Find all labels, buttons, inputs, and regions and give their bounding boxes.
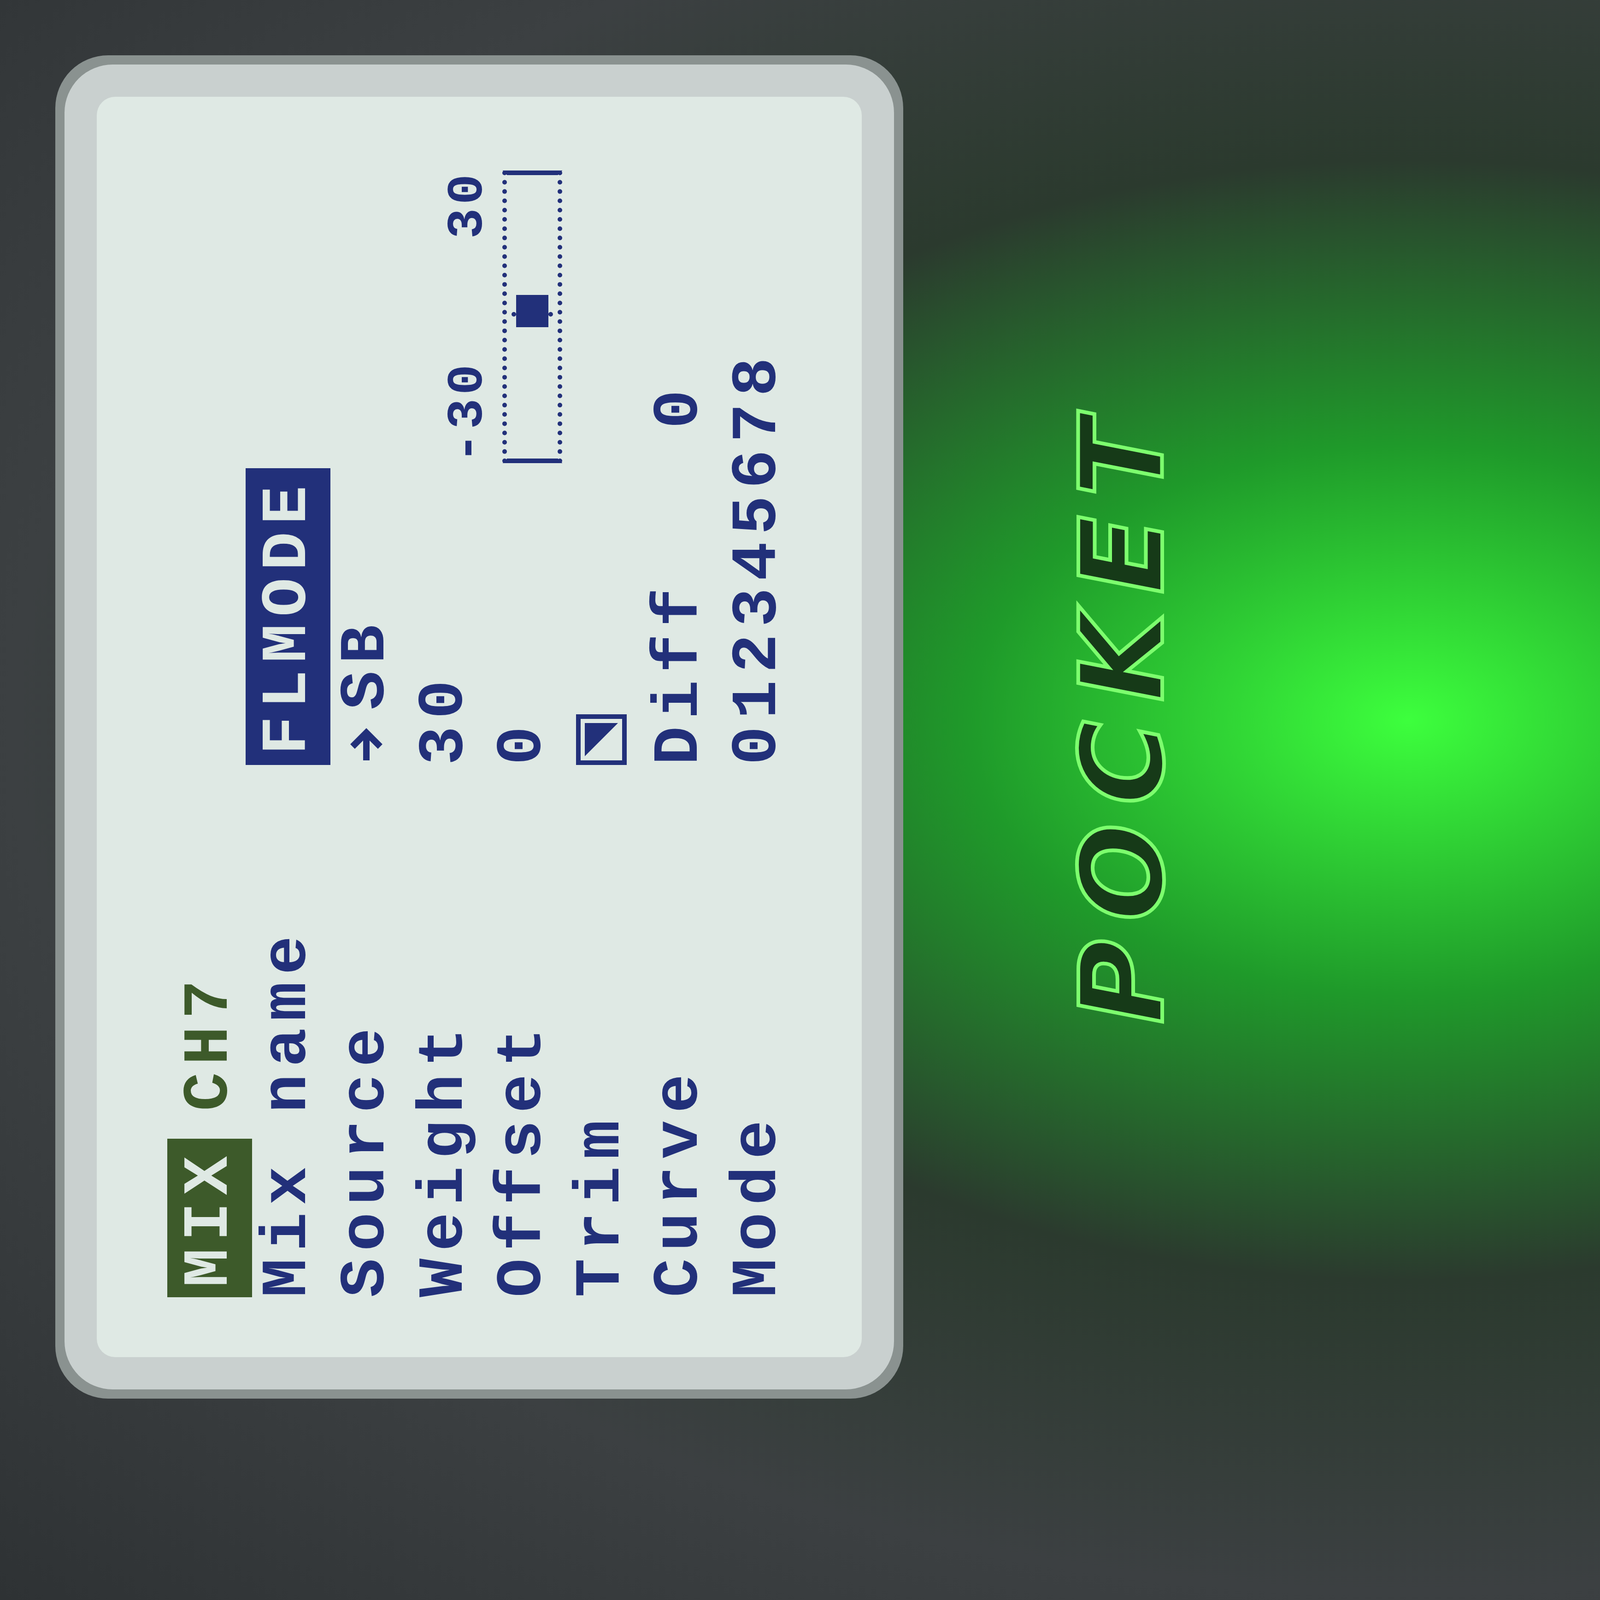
label-text: Offset [484, 1020, 562, 1298]
row-label: Offset [483, 764, 563, 1298]
screen-title: MIX [167, 1138, 253, 1298]
flight-mode[interactable]: 7 [719, 396, 797, 443]
trim-checkbox[interactable] [576, 714, 627, 765]
row-label: Mix name [248, 764, 328, 1298]
gauge-labels: -30 30 [437, 170, 499, 464]
output-gauge: -30 30 [405, 152, 563, 464]
row-value[interactable]: 012345678 [718, 152, 798, 765]
flight-mode[interactable]: 0 [719, 718, 797, 765]
flight-mode[interactable]: 8 [719, 350, 797, 397]
label-text: Mode [719, 1112, 797, 1298]
row-value[interactable]: FLMODE [248, 463, 328, 765]
value-box[interactable]: Diff 0 [641, 382, 719, 765]
row-label: Curve [640, 764, 719, 1298]
value-text[interactable]: 30 [405, 672, 484, 765]
value-text[interactable]: SB [327, 617, 406, 710]
row-value[interactable]: SB [327, 463, 406, 765]
value-text[interactable]: FLMODE [249, 478, 327, 755]
row-value[interactable]: 0 [483, 463, 563, 765]
row-value[interactable]: 30 [405, 463, 484, 765]
screen-header: MIXCH7 [170, 463, 249, 1298]
label-text: Source [327, 1020, 406, 1298]
switch-icon [327, 723, 406, 765]
value-box[interactable]: 0 [484, 718, 562, 765]
label-text: Mix name [249, 928, 327, 1298]
flight-mode[interactable]: 5 [719, 488, 797, 535]
value-box[interactable]: FLMODE [245, 468, 331, 765]
curve-value[interactable]: 0 [641, 382, 719, 429]
lcd-screen: MIXCH7Mix nameFLMODESourceSBWeight30Offs… [96, 96, 862, 1358]
row-label: Mode [718, 764, 798, 1298]
label-text: Curve [641, 1066, 719, 1298]
flight-mode[interactable]: 4 [719, 534, 797, 581]
device-logo: POCKET [1055, 304, 1189, 1120]
gauge-min: -30 [437, 360, 499, 464]
channel-name: CH7 [170, 972, 249, 1112]
label-text: Trim [562, 1112, 641, 1298]
gauge-track [502, 170, 563, 464]
value-text[interactable]: 0 [484, 718, 562, 765]
flight-mode[interactable]: 6 [719, 442, 797, 489]
logo-text: POCKET [1055, 304, 1189, 1120]
row-value[interactable] [562, 463, 641, 765]
flight-mode[interactable]: 1 [719, 672, 797, 719]
label-text: Weight [405, 1020, 484, 1298]
row-value[interactable]: Diff 0 [640, 152, 719, 765]
flight-mode[interactable]: 2 [719, 626, 797, 673]
row-label: Trim [562, 764, 641, 1298]
value-box[interactable]: SB [327, 617, 406, 765]
value-box[interactable]: 012345678 [719, 350, 797, 765]
curve-type[interactable]: Diff [641, 580, 719, 765]
value-box[interactable]: 30 [405, 672, 484, 765]
row-label: Source [327, 764, 406, 1298]
gauge-fill [516, 294, 549, 328]
value-box[interactable] [576, 714, 627, 765]
row-label: Weight [405, 764, 484, 1298]
flight-mode[interactable]: 3 [719, 580, 797, 627]
gauge-max: 30 [437, 170, 499, 239]
mixer-panel: MIXCH7Mix nameFLMODESourceSBWeight30Offs… [96, 96, 862, 1358]
